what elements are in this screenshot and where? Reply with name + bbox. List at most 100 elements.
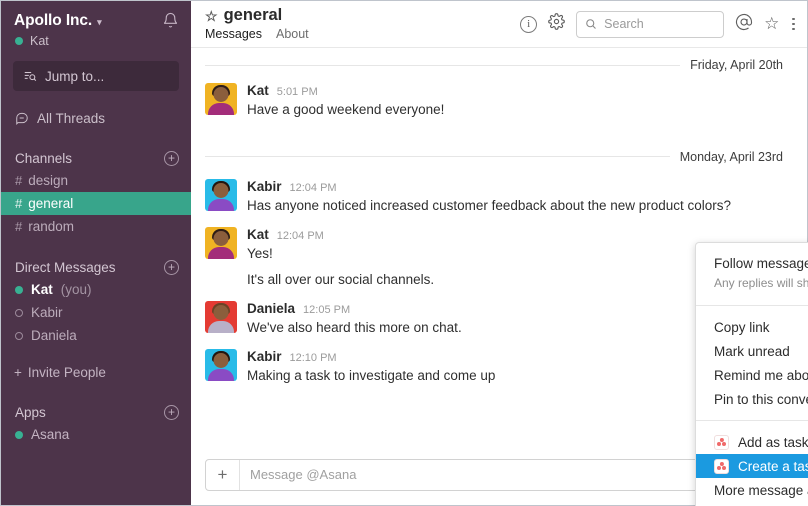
- add-app-button[interactable]: +: [164, 404, 179, 420]
- composer-input-wrap[interactable]: + Message @Asana: [205, 458, 761, 491]
- avatar-shoulder: [208, 103, 234, 115]
- jump-to-button[interactable]: Jump to...: [13, 61, 179, 91]
- message-context-menu: Follow message Any replies will show up …: [695, 242, 808, 506]
- channel-label: general: [28, 196, 74, 211]
- at-mention-icon[interactable]: [735, 13, 753, 36]
- bell-icon[interactable]: [162, 12, 179, 32]
- sidebar-dm-daniela[interactable]: Daniela: [1, 324, 191, 347]
- dm-label: Daniela: [31, 328, 77, 343]
- chevron-down-icon: ▾: [97, 16, 102, 27]
- ctx-item-add-task-comment[interactable]: Add as task comment ... Asana: [696, 430, 808, 454]
- tab-about[interactable]: About: [276, 27, 309, 41]
- dm-header-label: Direct Messages: [15, 259, 116, 275]
- avatar[interactable]: [205, 226, 237, 259]
- sidebar-channel-general[interactable]: # general: [1, 192, 191, 215]
- team-name-label: Apollo Inc.: [14, 12, 93, 29]
- page-title: ☆ general: [205, 7, 309, 24]
- avatar-face: [213, 182, 229, 198]
- channels-section-header: Channels +: [1, 147, 191, 169]
- sidebar-app-asana[interactable]: Asana: [1, 423, 191, 446]
- invite-people-label: Invite People: [27, 364, 106, 380]
- ctx-item-mark-unread[interactable]: Mark unread: [696, 339, 808, 363]
- avatar[interactable]: [205, 178, 237, 211]
- avatar[interactable]: [205, 83, 237, 115]
- ctx-item-label: Copy link: [714, 319, 770, 335]
- sidebar: Apollo Inc. ▾ Kat Jump to... All Threads…: [1, 1, 191, 505]
- date-divider-monday: Monday, April 23rd: [191, 144, 807, 170]
- tab-messages[interactable]: Messages: [205, 27, 262, 41]
- sidebar-dm-kat[interactable]: Kat (you): [1, 278, 191, 301]
- message-author[interactable]: Kabir: [247, 179, 282, 195]
- avatar-shoulder: [208, 198, 234, 211]
- channel-name-label: general: [223, 6, 283, 25]
- ctx-item-label: Remind me about this: [714, 367, 808, 383]
- ctx-item-label: Add as task comment ...: [738, 434, 808, 450]
- ctx-item-more-message-actions[interactable]: More message actions...: [696, 478, 808, 502]
- hash-icon: #: [15, 196, 23, 211]
- dm-you-suffix: (you): [60, 282, 92, 297]
- ctx-item-create-task[interactable]: Create a task ... Asana: [696, 454, 808, 479]
- ctx-item-remind-me[interactable]: Remind me about this ›: [696, 363, 808, 387]
- invite-people-button[interactable]: + Invite People: [1, 361, 191, 383]
- message-author[interactable]: Kat: [247, 227, 269, 243]
- message-timestamp: 12:04 PM: [276, 229, 324, 242]
- hash-icon: #: [15, 173, 23, 188]
- apps-header-label: Apps: [15, 404, 46, 420]
- avatar-face: [213, 230, 229, 246]
- team-name-button[interactable]: Apollo Inc. ▾: [14, 12, 102, 30]
- add-channel-button[interactable]: +: [164, 150, 179, 166]
- message-author[interactable]: Kat: [247, 83, 269, 99]
- presence-online-icon: [15, 37, 23, 45]
- presence-offline-icon: [15, 331, 23, 340]
- presence-online-icon: [15, 285, 23, 294]
- dm-section-header: Direct Messages +: [1, 256, 191, 278]
- message-body: Kat 5:01 PM Have a good weekend everyone…: [247, 83, 793, 120]
- search-icon: [586, 19, 597, 29]
- message-text: Have a good weekend everyone!: [247, 102, 445, 118]
- dm-label: Kabir: [31, 305, 63, 320]
- channel-header-right: i Search ☆: [520, 10, 797, 38]
- team-header[interactable]: Apollo Inc. ▾: [1, 9, 191, 32]
- add-attachment-icon[interactable]: +: [206, 459, 240, 490]
- avatar-shoulder: [208, 368, 234, 381]
- channel-label: random: [28, 219, 75, 234]
- message-timestamp: 12:10 PM: [289, 351, 337, 364]
- message-author[interactable]: Kabir: [247, 349, 282, 365]
- ctx-item-copy-link[interactable]: Copy link: [696, 315, 808, 339]
- channels-header-label: Channels: [15, 150, 73, 166]
- star-outline-icon-right[interactable]: ☆: [764, 14, 779, 34]
- ctx-item-pin-conversation[interactable]: Pin to this conversation ...: [696, 387, 808, 411]
- kebab-menu-icon[interactable]: [790, 17, 797, 31]
- ctx-follow-subtitle: Any replies will show up in All Threads: [714, 276, 808, 291]
- composer-placeholder: Message @Asana: [250, 467, 357, 482]
- avatar[interactable]: [205, 300, 237, 333]
- ctx-item-label: Mark unread: [714, 343, 790, 359]
- avatar-shoulder: [208, 246, 234, 259]
- dm-label: Kat: [31, 282, 53, 297]
- asana-icon: [714, 458, 729, 474]
- current-user-row[interactable]: Kat: [1, 32, 191, 48]
- info-icon[interactable]: i: [520, 15, 538, 33]
- all-threads-item[interactable]: All Threads: [1, 107, 191, 129]
- gear-icon[interactable]: [548, 13, 565, 35]
- message-text: Has anyone noticed increased customer fe…: [247, 197, 732, 213]
- sidebar-channel-random[interactable]: # random: [1, 215, 191, 238]
- avatar[interactable]: [205, 348, 237, 381]
- add-dm-button[interactable]: +: [164, 259, 179, 275]
- avatar-shoulder: [208, 320, 234, 333]
- date-label: Monday, April 23rd: [679, 149, 783, 164]
- sidebar-channel-design[interactable]: # design: [1, 169, 191, 192]
- message-body: Kabir 12:04 PM Has anyone noticed increa…: [247, 179, 793, 216]
- message-timestamp: 12:05 PM: [303, 303, 351, 316]
- channel-label: design: [28, 173, 69, 188]
- message-input[interactable]: Message @Asana: [240, 460, 760, 490]
- message-author[interactable]: Daniela: [247, 301, 295, 317]
- ctx-item-follow-message[interactable]: Follow message Any replies will show up …: [696, 252, 808, 296]
- message-row: Kabir 12:04 PM Has anyone noticed increa…: [191, 170, 807, 218]
- search-input[interactable]: Search: [576, 10, 725, 38]
- ctx-section-apps: Add as task comment ... Asana Create a t…: [696, 420, 808, 506]
- channel-tabs: Messages About: [205, 27, 309, 41]
- sidebar-dm-kabir[interactable]: Kabir: [1, 301, 191, 324]
- star-outline-icon[interactable]: ☆: [205, 9, 218, 23]
- ctx-item-label: Pin to this conversation ...: [714, 391, 808, 407]
